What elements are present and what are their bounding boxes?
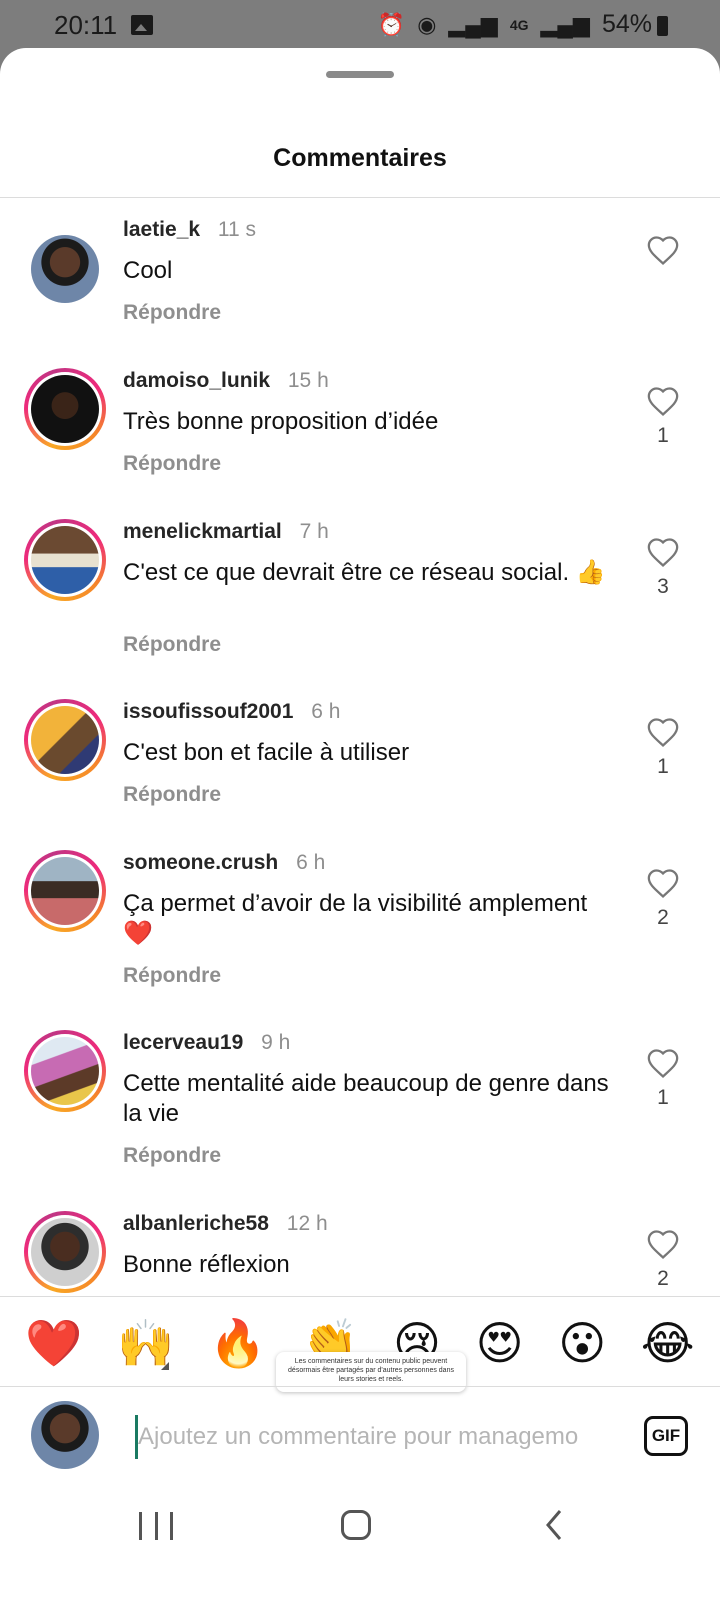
avatar[interactable] <box>24 1030 106 1112</box>
comment-header: lecerveau19 9 h <box>123 1031 290 1055</box>
comment-text: Bonne réflexion <box>123 1251 290 1278</box>
avatar[interactable] <box>24 368 106 450</box>
comment-header: menelickmartial 7 h <box>123 520 329 544</box>
my-avatar <box>31 1401 99 1469</box>
like-count: 2 <box>657 906 669 929</box>
heart-icon[interactable] <box>646 867 680 899</box>
comment-time: 11 s <box>217 218 257 241</box>
comment-header: someone.crush 6 h <box>123 851 325 875</box>
avatar[interactable] <box>24 850 106 932</box>
comments-list[interactable]: laetie_k 11 s Cool Répondre damoiso_luni… <box>0 198 720 1343</box>
heart-icon[interactable] <box>646 385 680 417</box>
battery-icon <box>657 16 668 36</box>
sheet-title: Commentaires <box>273 144 447 172</box>
avatar-image <box>31 1037 99 1105</box>
heart-icon[interactable] <box>646 536 680 568</box>
comment-text: Ça permet d’avoir de la visibilité ample… <box>123 890 588 947</box>
comment-username[interactable]: someone.crush <box>123 851 278 874</box>
gif-button[interactable]: GIF <box>644 1416 688 1456</box>
comment-time: 12 h <box>286 1212 328 1235</box>
heart-icon[interactable] <box>646 1228 680 1260</box>
comment-username[interactable]: laetie_k <box>123 218 200 241</box>
like-count: 2 <box>657 1267 669 1290</box>
status-time: 20:11 <box>54 10 118 40</box>
avatar-image <box>31 526 99 594</box>
signal-icon-2: ▂▄▆ <box>540 11 590 37</box>
heart-icon[interactable] <box>646 234 680 266</box>
battery-level: 54% <box>601 10 652 38</box>
emoji-heart[interactable]: ❤️ <box>25 1318 82 1368</box>
alarm-icon: ⏰ <box>377 11 406 37</box>
signal-icon: ▂▄▆ <box>448 11 498 37</box>
comment-text: Cette mentalité aide beaucoup de genre d… <box>123 1070 609 1127</box>
comment-username[interactable]: damoiso_lunik <box>123 369 270 392</box>
comment-time: 7 h <box>299 520 329 543</box>
avatar[interactable] <box>24 228 106 310</box>
comment-username[interactable]: albanleriche58 <box>123 1212 269 1235</box>
comment-time: 15 h <box>287 369 329 392</box>
gallery-icon <box>131 15 153 35</box>
network-type-icon: 4G <box>509 16 529 33</box>
comment-time: 6 h <box>311 700 341 723</box>
reply-button[interactable]: Répondre <box>123 964 221 988</box>
home-icon[interactable] <box>341 1510 371 1540</box>
heart-icon[interactable] <box>646 1047 680 1079</box>
comment-username[interactable]: menelickmartial <box>123 520 282 543</box>
comment-text: C'est bon et facile à utiliser <box>123 739 410 766</box>
avatar-image <box>31 706 99 774</box>
recent-apps-icon[interactable] <box>139 1512 173 1540</box>
comment-username[interactable]: issoufissouf2001 <box>123 700 293 723</box>
comment-username[interactable]: lecerveau19 <box>123 1031 243 1054</box>
status-bar: 20:11 ⏰ ◉ ▂▄▆ 4G ▂▄▆ 54% <box>0 0 720 50</box>
emoji-raised-hands[interactable]: 🙌 <box>117 1318 174 1368</box>
comment-time: 9 h <box>261 1031 291 1054</box>
comment-text: Très bonne proposition d’idée <box>123 408 439 435</box>
system-nav-bar <box>0 1490 720 1600</box>
comment-input[interactable] <box>135 1415 625 1459</box>
avatar[interactable] <box>24 1211 106 1293</box>
reply-button[interactable]: Répondre <box>123 301 221 325</box>
status-icons: ⏰ ◉ ▂▄▆ 4G ▂▄▆ 54% <box>378 10 652 39</box>
comments-sheet: Commentaires laetie_k 11 s Cool Répondre… <box>0 48 720 1600</box>
like-count: 1 <box>657 424 669 447</box>
comment-time: 6 h <box>296 851 326 874</box>
more-emoji-indicator[interactable] <box>161 1362 169 1370</box>
divider <box>0 1296 720 1297</box>
avatar[interactable] <box>24 519 106 601</box>
comment-header: damoiso_lunik 15 h <box>123 369 329 393</box>
reply-button[interactable]: Répondre <box>123 1144 221 1168</box>
avatar-image <box>31 857 99 925</box>
comment-header: issoufissouf2001 6 h <box>123 700 340 724</box>
reply-button[interactable]: Répondre <box>123 633 221 657</box>
emoji-heart-eyes[interactable]: 😍 <box>476 1318 524 1368</box>
like-count: 1 <box>657 1086 669 1109</box>
hotspot-icon: ◉ <box>417 11 437 37</box>
like-count: 3 <box>657 575 669 598</box>
avatar-image <box>31 375 99 443</box>
comment-header: laetie_k 11 s <box>123 218 256 242</box>
emoji-fire[interactable]: 🔥 <box>209 1318 266 1368</box>
emoji-surprised[interactable]: 😮 <box>558 1318 606 1368</box>
emoji-laughing[interactable]: 😂 <box>641 1318 695 1368</box>
heart-icon[interactable] <box>646 716 680 748</box>
drag-handle[interactable] <box>326 71 394 78</box>
avatar[interactable] <box>24 699 106 781</box>
avatar-image <box>31 1218 99 1286</box>
back-icon[interactable] <box>540 1507 570 1543</box>
avatar-image <box>31 235 99 303</box>
reply-button[interactable]: Répondre <box>123 452 221 476</box>
comment-text: C'est ce que devrait être ce réseau soci… <box>123 559 606 586</box>
divider <box>0 1386 720 1387</box>
like-count: 1 <box>657 755 669 778</box>
comment-header: albanleriche58 12 h <box>123 1212 328 1236</box>
reply-button[interactable]: Répondre <box>123 783 221 807</box>
comment-text: Cool <box>123 257 173 284</box>
